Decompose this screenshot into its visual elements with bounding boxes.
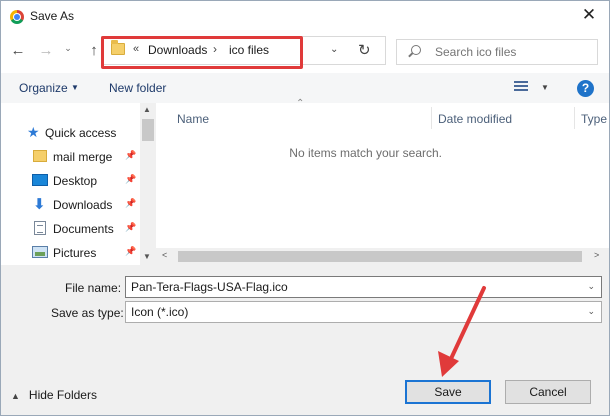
save-as-type-label: Save as type:	[51, 306, 124, 320]
scroll-right-icon[interactable]: >	[594, 250, 599, 260]
sidebar-item-pictures[interactable]: Pictures 📌	[1, 242, 141, 262]
empty-message: No items match your search.	[289, 146, 442, 160]
forward-button[interactable]: →	[37, 42, 55, 59]
file-list: ⌃ Name Date modified Type No items match…	[156, 98, 609, 265]
folder-icon	[33, 150, 47, 162]
pin-icon: 📌	[125, 246, 137, 256]
scroll-down-icon[interactable]: ▼	[143, 252, 151, 261]
chevron-up-icon: ▲	[11, 391, 20, 401]
sort-indicator-icon: ⌃	[296, 98, 305, 109]
save-form: File name: Pan-Tera-Flags-USA-Flag.ico ⌄…	[1, 265, 609, 415]
sidebar-item-label: mail merge	[53, 150, 113, 164]
close-button[interactable]: ✕	[579, 5, 599, 25]
desktop-icon	[32, 174, 48, 186]
sidebar-item-desktop[interactable]: Desktop 📌	[1, 170, 141, 190]
help-button[interactable]: ?	[577, 80, 594, 97]
hide-folders-button[interactable]: ▲ Hide Folders	[11, 388, 97, 402]
sidebar-item-label: Quick access	[45, 126, 117, 140]
address-highlight-annotation	[101, 36, 303, 69]
view-options-icon[interactable]	[514, 81, 528, 92]
navigation-pane: ★ Quick access mail merge 📌 Desktop 📌 ⬇ …	[1, 103, 156, 265]
save-as-type-value[interactable]: Icon (*.ico)	[131, 305, 188, 319]
pin-icon: 📌	[125, 174, 137, 184]
sidebar-item-label: Documents	[53, 222, 114, 236]
scrollbar-thumb[interactable]	[142, 119, 154, 141]
view-options-caret-icon[interactable]: ▼	[541, 83, 549, 92]
save-as-dialog: Save As ✕ ← → ⌄ ↑ « Downloads › ico file…	[0, 0, 610, 416]
chevron-down-icon[interactable]: ⌄	[587, 281, 595, 292]
sidebar-item-mail-merge[interactable]: mail merge 📌	[1, 146, 141, 166]
window-title: Save As	[30, 9, 75, 23]
search-box[interactable]	[396, 39, 598, 65]
pictures-icon	[32, 246, 48, 258]
column-header-type[interactable]: Type	[581, 112, 607, 126]
chevron-down-icon[interactable]: ⌄	[587, 306, 595, 317]
column-divider[interactable]	[574, 107, 575, 129]
column-header-name[interactable]: Name	[177, 112, 209, 126]
sidebar-item-downloads[interactable]: ⬇ Downloads 📌	[1, 194, 141, 214]
new-folder-button[interactable]: New folder	[109, 81, 166, 95]
pin-icon: 📌	[125, 150, 137, 160]
sidebar-item-documents[interactable]: Documents 📌	[1, 218, 141, 238]
sidebar-item-label: Desktop	[53, 174, 98, 188]
pin-icon: 📌	[125, 222, 137, 232]
navigation-pane-scrollbar[interactable]: ▲ ▼	[140, 103, 156, 265]
search-input[interactable]	[435, 44, 590, 60]
sidebar-item-quick-access[interactable]: ★ Quick access	[1, 122, 141, 142]
column-header-date-modified[interactable]: Date modified	[438, 112, 512, 126]
title-bar: Save As ✕	[1, 1, 609, 32]
star-icon: ★	[27, 124, 40, 140]
address-dropdown-icon[interactable]: ⌄	[330, 44, 338, 55]
scrollbar-thumb[interactable]	[178, 251, 582, 262]
column-divider[interactable]	[431, 107, 432, 129]
save-as-type-select[interactable]: Icon (*.ico) ⌄	[125, 301, 602, 323]
horizontal-scrollbar[interactable]: < >	[156, 248, 609, 265]
chrome-icon	[10, 10, 24, 24]
pin-icon: 📌	[125, 198, 137, 208]
search-icon	[411, 45, 421, 55]
hide-folders-label: Hide Folders	[28, 388, 97, 402]
back-button[interactable]: ←	[9, 42, 27, 59]
scroll-up-icon[interactable]: ▲	[143, 105, 151, 114]
organize-button[interactable]: Organize	[19, 81, 68, 95]
file-name-label: File name:	[65, 281, 122, 295]
scroll-left-icon[interactable]: <	[162, 250, 167, 260]
file-name-field[interactable]: Pan-Tera-Flags-USA-Flag.ico ⌄	[125, 276, 602, 298]
sidebar-item-label: Pictures	[53, 246, 97, 260]
file-name-value[interactable]: Pan-Tera-Flags-USA-Flag.ico	[131, 280, 288, 294]
sidebar-item-label: Downloads	[53, 198, 113, 212]
refresh-icon[interactable]: ↻	[358, 41, 371, 59]
documents-icon	[34, 221, 46, 235]
cancel-button[interactable]: Cancel	[505, 380, 591, 404]
command-toolbar: Organize ▼ New folder ▼ ?	[1, 73, 609, 103]
save-button[interactable]: Save	[405, 380, 491, 404]
download-icon: ⬇	[33, 196, 46, 213]
organize-caret-icon[interactable]: ▼	[71, 83, 79, 92]
recent-locations-button[interactable]: ⌄	[63, 43, 73, 54]
